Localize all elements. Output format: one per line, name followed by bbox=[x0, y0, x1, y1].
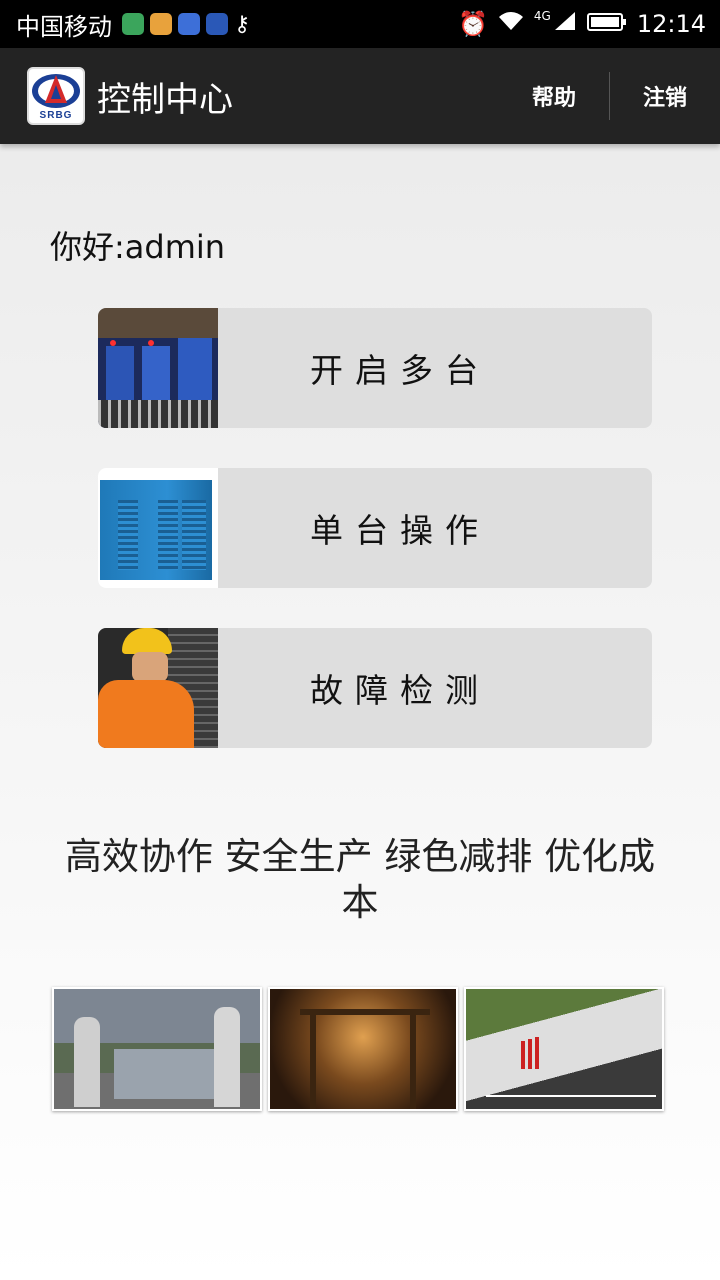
alarm-icon: ⏰ bbox=[458, 10, 488, 38]
single-compressor-photo bbox=[98, 468, 218, 588]
battery-icon bbox=[586, 10, 627, 38]
menu-label-open-multiple: 开启多台 bbox=[310, 351, 490, 390]
menu-label-fault-detection: 故障检测 bbox=[310, 671, 490, 710]
menu-label-single-operation: 单台操作 bbox=[310, 511, 490, 550]
slogan-text: 高效协作 安全生产 绿色减排 优化成本 bbox=[64, 835, 656, 924]
greeting-text: 你好:admin bbox=[50, 228, 226, 266]
logo-text: SRBG bbox=[39, 110, 73, 121]
single-operation-button[interactable]: 单台操作 bbox=[98, 468, 652, 588]
worker-inspection-photo bbox=[98, 628, 218, 748]
company-logo: SRBG bbox=[27, 67, 85, 125]
status-bar: 中国移动 ⚷ ⏰ 4G 12:14 bbox=[0, 0, 720, 48]
highway-slope-photo bbox=[464, 987, 664, 1111]
signal-icon bbox=[553, 10, 577, 38]
baidu-icon bbox=[178, 13, 200, 35]
app-bar: SRBG 控制中心 帮助 注销 bbox=[0, 48, 720, 144]
photo-gallery bbox=[52, 987, 668, 1113]
autohome-icon bbox=[206, 13, 228, 35]
play-store-icon bbox=[122, 13, 144, 35]
clock: 12:14 bbox=[636, 10, 706, 38]
help-button[interactable]: 帮助 bbox=[499, 48, 609, 144]
open-multiple-button[interactable]: 开启多台 bbox=[98, 308, 652, 428]
key-icon: ⚷ bbox=[234, 11, 251, 37]
network-type: 4G bbox=[533, 9, 551, 23]
tunnel-construction-photo bbox=[268, 987, 458, 1111]
carrier-name: 中国移动 bbox=[16, 12, 112, 41]
wifi-icon bbox=[498, 10, 524, 38]
page-title: 控制中心 bbox=[97, 79, 233, 120]
multiple-compressors-photo bbox=[98, 308, 218, 428]
concrete-plant-photo bbox=[52, 987, 262, 1111]
logout-button[interactable]: 注销 bbox=[610, 48, 720, 144]
fault-detection-button[interactable]: 故障检测 bbox=[98, 628, 652, 748]
browser-icon bbox=[150, 13, 172, 35]
